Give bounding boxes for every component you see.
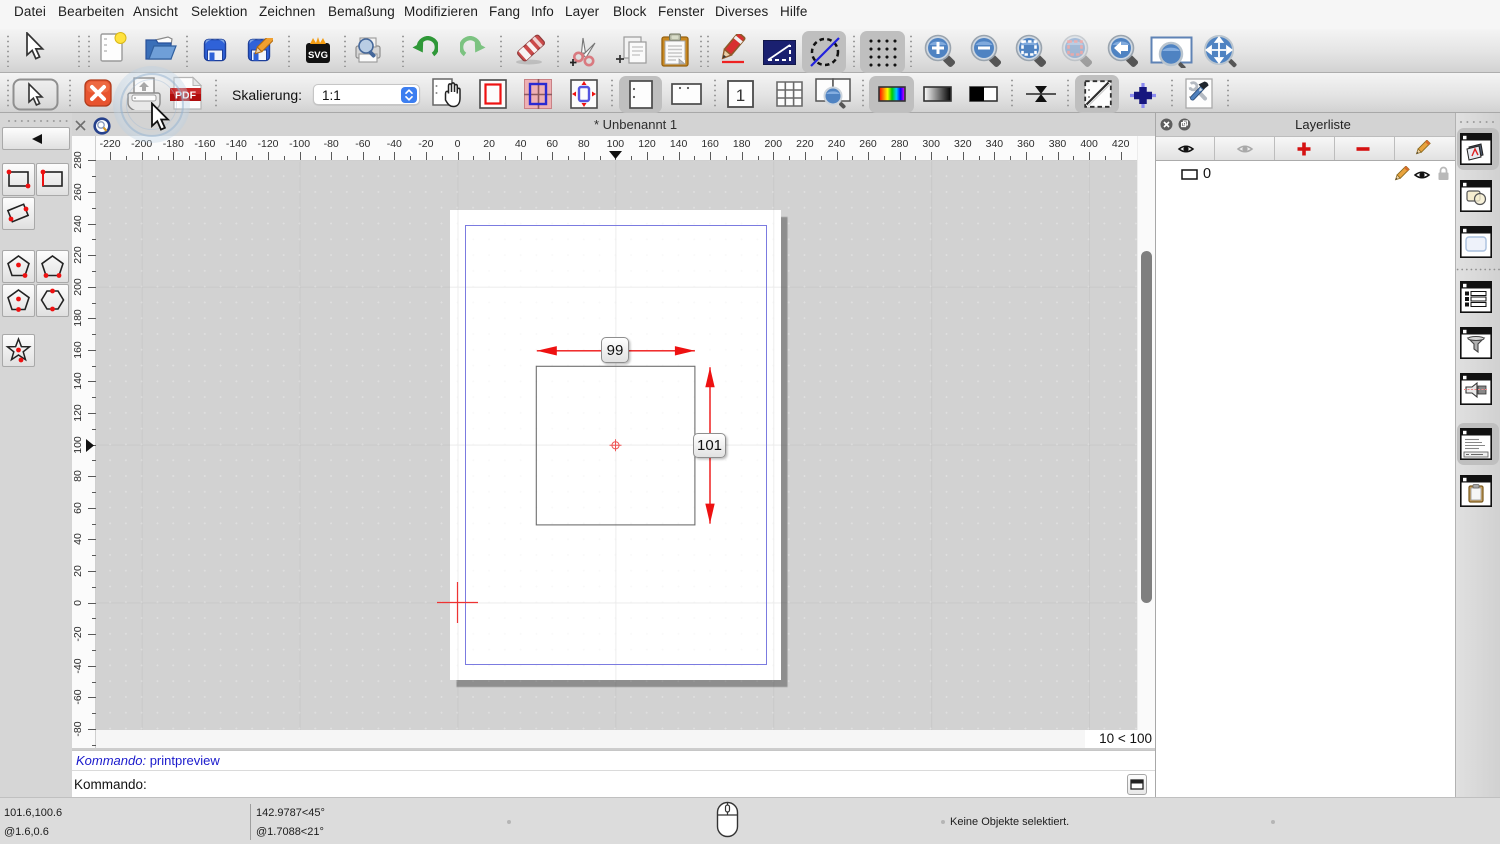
svg-text:1: 1 <box>736 86 745 105</box>
svg-text:SVG: SVG <box>308 50 328 61</box>
